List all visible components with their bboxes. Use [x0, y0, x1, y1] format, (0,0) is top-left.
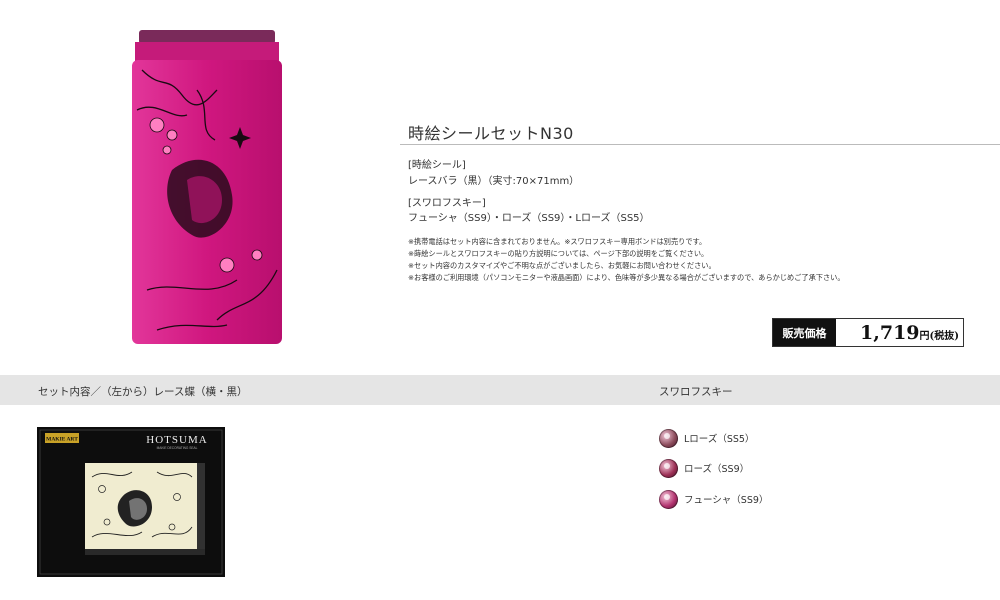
product-title: 時絵シールセットN30: [408, 124, 574, 143]
hotsuma-brand: HOTSUMA: [146, 434, 207, 446]
price-box: 販売価格 1,719 円(税抜): [772, 318, 964, 347]
section-band: セット内容／（左から）レース蝶（横・黒） スワロフスキー: [0, 375, 1000, 405]
swarovski-section-label: スワロフスキー: [659, 386, 733, 398]
price-value-wrap: 1,719 円(税抜): [836, 319, 963, 346]
swarovski-item: ローズ（SS9）: [659, 457, 749, 479]
set-contents-label: セット内容／（左から）レース蝶（横・黒）: [38, 386, 248, 398]
gem-swatch-icon: [659, 458, 678, 478]
note-line: ※蒔絵シールとスワロフスキーの貼り方説明については、ページ下部の説明をご覧くださ…: [408, 249, 709, 258]
swarovski-item-label: ローズ（SS9）: [684, 464, 750, 475]
seal-detail: レースバラ（黒）（実寸:70×71mm）: [408, 176, 580, 187]
note-line: ※セット内容のカスタマイズやご不明な点がございましたら、お気軽にお問い合わせくだ…: [408, 261, 716, 270]
hotsuma-brand-sub: MAKIE DECORATING SEAL: [157, 446, 198, 450]
swarovski-item-label: Lローズ（SS5）: [684, 434, 755, 445]
makie-art-badge-text: MAKIE ART: [46, 437, 78, 443]
note-line: ※携帯電話はセット内容に含まれておりません。※スワロフスキー専用ボンドは別売りで…: [408, 237, 707, 246]
swarovski-heading: [スワロフスキー]: [408, 198, 486, 209]
title-divider: [400, 144, 1000, 145]
price-unit: 円(税抜): [919, 331, 959, 342]
price-label: 販売価格: [773, 319, 836, 346]
price-value: 1,719: [860, 322, 920, 344]
swarovski-detail: フューシャ（SS9）・ローズ（SS9）・Lローズ（SS5）: [408, 213, 650, 224]
gem-swatch-icon: [659, 428, 678, 448]
product-phone-image: [127, 30, 287, 345]
seal-package-image: MAKIE ART HOTSUMA MAKIE DECORATING SEAL: [37, 427, 225, 577]
swarovski-item: フューシャ（SS9）: [659, 488, 768, 510]
swarovski-item-label: フューシャ（SS9）: [684, 495, 769, 506]
swarovski-item: Lローズ（SS5）: [659, 427, 754, 449]
note-line: ※お客様のご利用環境（パソコンモニターや液晶画面）により、色味等が多少異なる場合…: [408, 273, 845, 282]
gem-swatch-icon: [659, 489, 678, 509]
seal-heading: [時絵シール]: [408, 160, 466, 171]
